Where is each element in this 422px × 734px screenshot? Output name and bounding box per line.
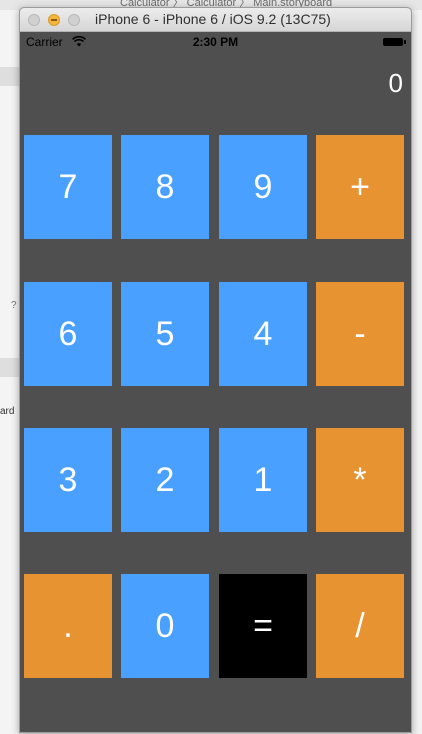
key-2[interactable]: 2 xyxy=(121,428,209,532)
key-1[interactable]: 1 xyxy=(219,428,307,532)
window-titlebar[interactable]: iPhone 6 - iPhone 6 / iOS 9.2 (13C75) xyxy=(20,8,411,32)
xcode-left-fragment: ard xyxy=(0,406,15,417)
key-6[interactable]: 6 xyxy=(24,282,112,386)
xcode-left-band xyxy=(0,67,19,86)
key-multiply[interactable]: * xyxy=(316,428,404,532)
key-5[interactable]: 5 xyxy=(121,282,209,386)
simulator-window: iPhone 6 - iPhone 6 / iOS 9.2 (13C75) Ca… xyxy=(19,7,412,733)
ios-status-bar: Carrier 2:30 PM xyxy=(20,32,411,52)
key-3[interactable]: 3 xyxy=(24,428,112,532)
xcode-left-panel: ? ard xyxy=(0,10,20,734)
battery-icon xyxy=(383,38,406,46)
close-window-button[interactable] xyxy=(28,14,40,26)
minimize-window-button[interactable] xyxy=(48,14,60,26)
window-title: iPhone 6 - iPhone 6 / iOS 9.2 (13C75) xyxy=(95,11,331,27)
xcode-left-fragment: ? xyxy=(11,300,17,311)
key-0[interactable]: 0 xyxy=(121,574,209,678)
xcode-left-band xyxy=(0,358,19,377)
key-decimal[interactable]: . xyxy=(24,574,112,678)
key-equals[interactable]: = xyxy=(219,574,307,678)
zoom-window-button[interactable] xyxy=(68,14,80,26)
key-8[interactable]: 8 xyxy=(121,135,209,239)
calculator-display: 0 xyxy=(388,68,403,98)
status-time: 2:30 PM xyxy=(192,35,239,49)
key-minus[interactable]: - xyxy=(316,282,404,386)
key-9[interactable]: 9 xyxy=(219,135,307,239)
key-4[interactable]: 4 xyxy=(219,282,307,386)
key-divide[interactable]: / xyxy=(316,574,404,678)
key-7[interactable]: 7 xyxy=(24,135,112,239)
key-plus[interactable]: + xyxy=(316,135,404,239)
